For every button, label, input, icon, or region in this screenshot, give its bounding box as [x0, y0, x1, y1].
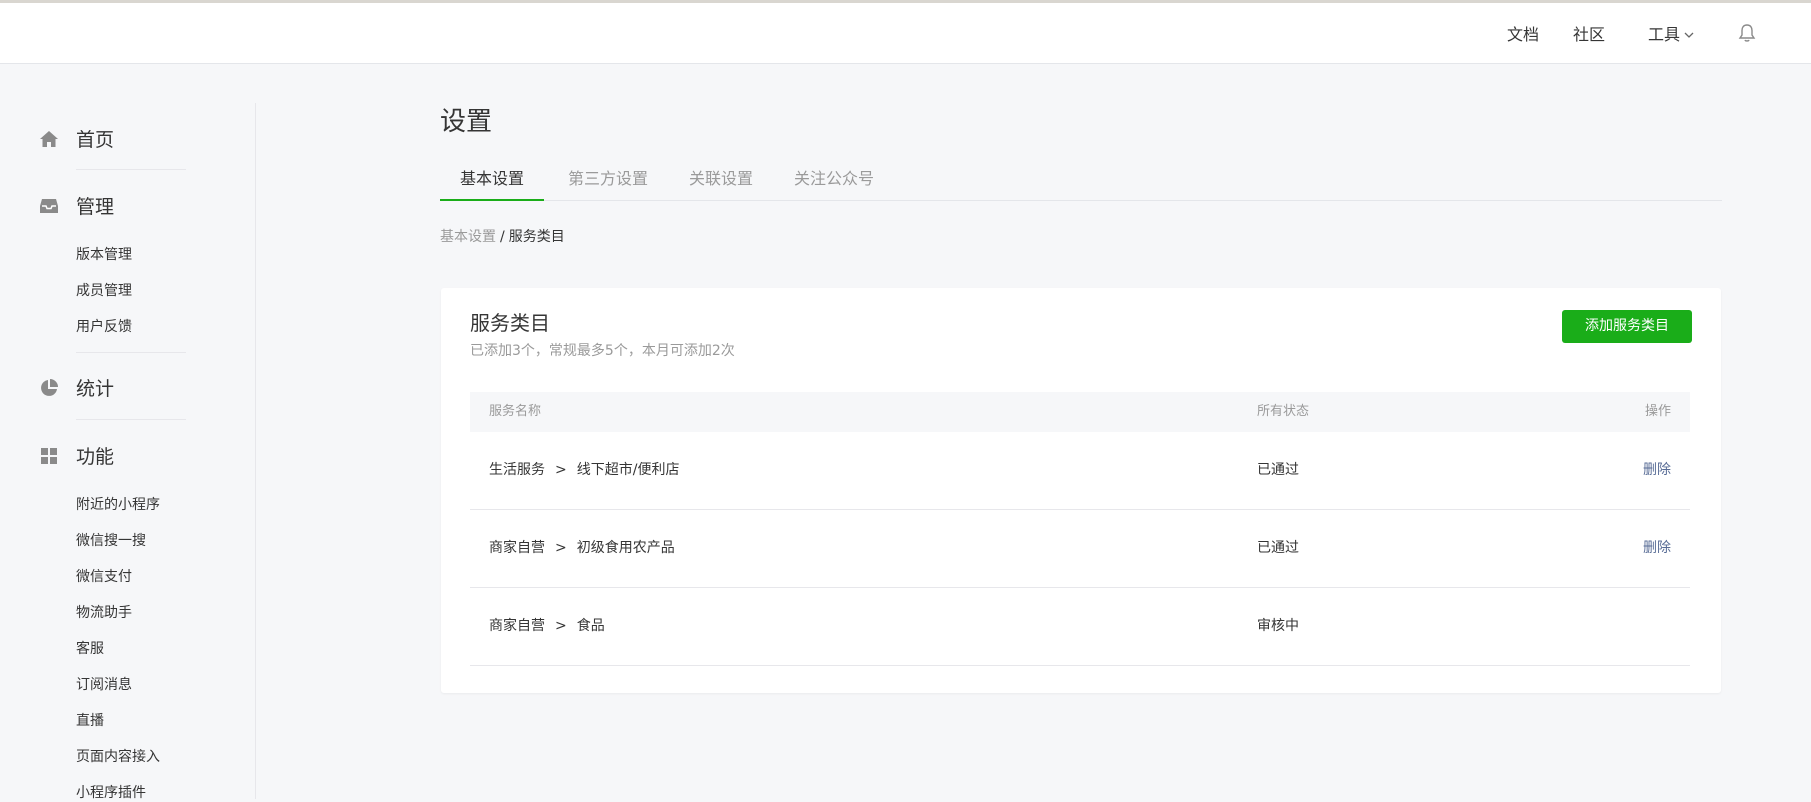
tab-follow-official-account[interactable]: 关注公众号 [780, 164, 888, 200]
home-icon [38, 128, 60, 150]
sidebar-item-statistics[interactable]: 统计 [38, 374, 114, 401]
category-text: 商家自营 [489, 540, 545, 556]
sidebar-separator [76, 419, 186, 420]
sidebar-item-wechat-search[interactable]: 微信搜一搜 [76, 532, 146, 550]
sidebar-item-subscription-messages[interactable]: 订阅消息 [76, 676, 132, 694]
card-subtitle: 已添加3个，常规最多5个，本月可添加2次 [470, 343, 735, 359]
service-category-table: 服务名称 所有状态 操作 生活服务 > 线下超市/便利店 已通过 删除 商家自营 > 初… [470, 392, 1690, 666]
sidebar-item-manage[interactable]: 管理 [38, 192, 114, 219]
settings-tabs: 基本设置 第三方设置 关联设置 关注公众号 [440, 164, 1722, 201]
sidebar-item-home[interactable]: 首页 [38, 125, 114, 152]
breadcrumb-parent-link[interactable]: 基本设置 [440, 229, 496, 245]
sidebar-item-wechat-pay[interactable]: 微信支付 [76, 568, 132, 586]
bell-icon[interactable] [1738, 23, 1756, 43]
status-cell: 已通过 [1257, 540, 1299, 556]
subcategory-text: 初级食用农产品 [576, 540, 675, 556]
table-row: 生活服务 > 线下超市/便利店 已通过 删除 [470, 432, 1690, 510]
sidebar-item-customer-service[interactable]: 客服 [76, 640, 104, 658]
sidebar-item-label: 统计 [76, 378, 115, 400]
table-row: 商家自营 > 初级食用农产品 已通过 删除 [470, 510, 1690, 588]
status-cell: 已通过 [1257, 462, 1299, 478]
service-name-cell: 商家自营 > 初级食用农产品 [489, 510, 675, 586]
category-text: 商家自营 [489, 618, 545, 634]
top-nav: 文档 社区 工具 [1507, 3, 1811, 63]
header-action: 操作 [1644, 404, 1671, 419]
sidebar-item-member-management[interactable]: 成员管理 [76, 282, 132, 300]
sidebar-item-nearby-miniprogram[interactable]: 附近的小程序 [76, 496, 160, 514]
breadcrumb-current: 服务类目 [508, 229, 565, 245]
table-header: 服务名称 所有状态 操作 [470, 392, 1690, 432]
sidebar-divider [255, 103, 256, 799]
sidebar-item-plugins[interactable]: 小程序插件 [76, 784, 146, 802]
tab-basic-settings[interactable]: 基本设置 [440, 164, 544, 201]
sidebar-item-logistics[interactable]: 物流助手 [76, 604, 132, 622]
category-arrow: > [555, 462, 567, 478]
nav-tools-label: 工具 [1647, 25, 1680, 44]
card-title: 服务类目 [470, 311, 550, 335]
sidebar-item-features[interactable]: 功能 [38, 442, 114, 469]
add-service-category-button[interactable]: 添加服务类目 [1562, 310, 1692, 343]
chevron-down-icon [1684, 24, 1694, 43]
subcategory-text: 线下超市/便利店 [576, 462, 680, 478]
subcategory-text: 食品 [576, 618, 605, 634]
breadcrumb: 基本设置 / 服务类目 [440, 228, 565, 246]
page-title: 设置 [440, 107, 493, 137]
tab-third-party-settings[interactable]: 第三方设置 [552, 164, 664, 200]
delete-link[interactable]: 删除 [1643, 510, 1671, 586]
delete-link[interactable]: 删除 [1643, 432, 1671, 508]
top-header: 文档 社区 工具 [0, 3, 1811, 64]
nav-community-link[interactable]: 社区 [1573, 21, 1605, 45]
service-category-card: 服务类目 已添加3个，常规最多5个，本月可添加2次 添加服务类目 服务名称 所有… [441, 288, 1721, 693]
sidebar-item-label: 管理 [76, 196, 115, 218]
sidebar-separator [76, 352, 186, 353]
sidebar-item-version-management[interactable]: 版本管理 [76, 246, 132, 264]
nav-tools-dropdown[interactable]: 工具 [1648, 21, 1694, 45]
service-name-cell: 生活服务 > 线下超市/便利店 [489, 432, 679, 508]
pie-chart-icon [38, 377, 60, 399]
table-row: 商家自营 > 食品 审核中 [470, 588, 1690, 666]
sidebar-item-page-content[interactable]: 页面内容接入 [76, 748, 160, 766]
nav-docs-link[interactable]: 文档 [1507, 21, 1539, 45]
header-status-filter[interactable]: 所有状态 [1257, 392, 1309, 432]
category-arrow: > [555, 618, 567, 634]
sidebar-item-live-streaming[interactable]: 直播 [76, 712, 104, 730]
tab-association-settings[interactable]: 关联设置 [676, 164, 766, 200]
sidebar-item-label: 首页 [76, 129, 115, 151]
service-name-cell: 商家自营 > 食品 [489, 588, 605, 664]
grid-icon [38, 445, 60, 467]
category-arrow: > [555, 540, 567, 556]
header-service-name: 服务名称 [489, 404, 542, 419]
sidebar-item-label: 功能 [76, 446, 115, 468]
sidebar-item-user-feedback[interactable]: 用户反馈 [76, 318, 132, 336]
status-cell: 审核中 [1257, 618, 1299, 634]
breadcrumb-separator: / [500, 229, 505, 245]
category-text: 生活服务 [489, 462, 545, 478]
inbox-icon [38, 195, 60, 217]
sidebar-separator [76, 169, 186, 170]
